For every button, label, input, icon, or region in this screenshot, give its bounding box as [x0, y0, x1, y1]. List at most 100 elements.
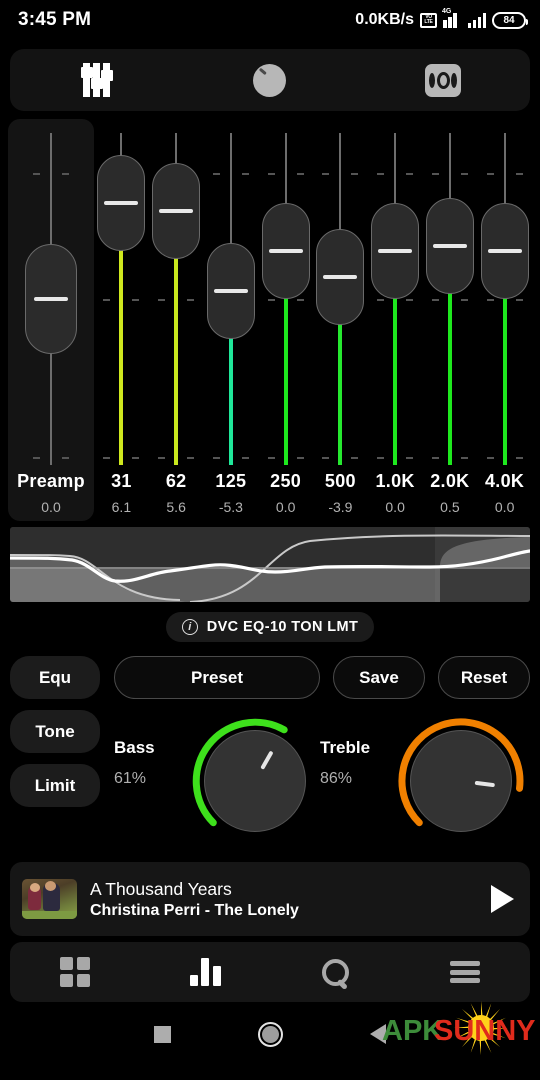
toolbar-tab-surround[interactable] [357, 49, 530, 111]
slider-tick-row [477, 173, 532, 175]
slider-thumb[interactable] [152, 163, 201, 260]
knob-name: Bass [114, 738, 155, 757]
slider-tick-row [258, 173, 313, 175]
slider-band-2.0K[interactable]: 2.0K 0.5 [423, 119, 478, 521]
slider-tick-row [477, 299, 532, 301]
slider-band-500[interactable]: 500 -3.9 [313, 119, 368, 521]
slider-track-area[interactable] [258, 133, 313, 465]
knob-dial[interactable] [204, 730, 306, 832]
slider-tick-row [368, 299, 423, 301]
band-gain-value: 0.0 [494, 499, 515, 515]
mode-button-equ[interactable]: Equ [10, 656, 100, 699]
android-recents-button[interactable] [108, 1025, 216, 1043]
knob-treble[interactable] [396, 716, 526, 846]
slider-track-area[interactable] [94, 133, 149, 465]
slider-tick-row [8, 173, 94, 175]
status-icons: 0.0KB/s VO LTE 4G 84 [355, 8, 528, 29]
surround-speaker-icon [425, 63, 462, 97]
slider-track-area[interactable] [8, 133, 94, 465]
slider-labels: 125 -5.3 [204, 471, 259, 515]
slider-track-area[interactable] [423, 133, 478, 465]
slider-thumb[interactable] [425, 197, 474, 294]
knob-name: Treble [320, 738, 371, 757]
knob-dial[interactable] [410, 730, 512, 832]
knob-bass[interactable] [190, 716, 320, 846]
slider-thumb[interactable] [261, 202, 310, 299]
slider-band-4.0K[interactable]: 4.0K 0.0 [477, 119, 532, 521]
slider-thumb[interactable] [25, 244, 77, 354]
slider-thumb[interactable] [480, 202, 529, 299]
band-frequency-label: 1.0K [375, 471, 415, 491]
slider-thumb[interactable] [206, 242, 255, 339]
slider-tick-row [204, 173, 259, 175]
nav-menu[interactable] [400, 942, 530, 1002]
slider-thumb[interactable] [97, 154, 146, 251]
slider-band-1.0K[interactable]: 1.0K 0.0 [368, 119, 423, 521]
save-button[interactable]: Save [333, 656, 425, 699]
track-artist-album: Christina Perri - The Lonely [90, 901, 299, 919]
slider-labels: 500 -3.9 [313, 471, 368, 515]
band-frequency-label: Preamp [17, 471, 85, 491]
slider-band-125[interactable]: 125 -5.3 [204, 119, 259, 521]
knob-unit-bass: Bass 61% [114, 716, 320, 846]
slider-labels: Preamp 0.0 [8, 471, 94, 515]
band-frequency-label: 125 [215, 471, 247, 491]
slider-track-area[interactable] [477, 133, 532, 465]
knob-label-group: Treble 86% [320, 716, 392, 788]
slider-preamp[interactable]: Preamp 0.0 [8, 119, 94, 521]
preset-button[interactable]: Preset [114, 656, 320, 699]
android-home-button[interactable] [216, 1021, 324, 1047]
slider-tick-row [204, 457, 259, 459]
band-gain-value: 0.5 [440, 499, 460, 515]
eq-badge-row: i DVC EQ-10 TON LMT [0, 612, 540, 642]
slider-tick-row [94, 299, 149, 301]
now-playing-bar[interactable]: A Thousand Years Christina Perri - The L… [10, 862, 530, 936]
slider-labels: 31 6.1 [94, 471, 149, 515]
slider-band-250[interactable]: 250 0.0 [258, 119, 313, 521]
slider-band-62[interactable]: 62 5.6 [149, 119, 204, 521]
menu-icon [450, 961, 480, 983]
grid-icon [60, 957, 90, 987]
slider-tick-row [149, 299, 204, 301]
toolbar-tab-knob[interactable] [183, 49, 356, 111]
slider-tick-row [258, 457, 313, 459]
slider-track-area[interactable] [149, 133, 204, 465]
slider-band-31[interactable]: 31 6.1 [94, 119, 149, 521]
slider-labels: 62 5.6 [149, 471, 204, 515]
slider-thumb[interactable] [371, 202, 420, 299]
slider-labels: 250 0.0 [258, 471, 313, 515]
equalizer-slider-row: Preamp 0.0 31 6.1 62 5.6 125 -5.3 250 0.0 500 -3.9 1… [8, 119, 532, 521]
slider-tick-row [8, 457, 94, 459]
album-art [22, 879, 77, 919]
mode-button-limit[interactable]: Limit [10, 764, 100, 807]
slider-track-area[interactable] [313, 133, 368, 465]
band-frequency-label: 250 [270, 471, 302, 491]
nav-grid[interactable] [10, 942, 140, 1002]
band-frequency-label: 2.0K [430, 471, 470, 491]
slider-track-area[interactable] [204, 133, 259, 465]
toolbar-tab-equalizer[interactable] [10, 49, 183, 111]
band-frequency-label: 31 [111, 471, 132, 491]
dvc-info-badge[interactable]: i DVC EQ-10 TON LMT [165, 612, 375, 642]
mode-toolbar [10, 49, 530, 111]
preset-button-row: Preset Save Reset [114, 656, 530, 699]
slider-track-area[interactable] [368, 133, 423, 465]
equalizer-panel: Preamp 0.0 31 6.1 62 5.6 125 -5.3 250 0.0 500 -3.9 1… [8, 119, 532, 521]
band-frequency-label: 500 [324, 471, 356, 491]
track-title: A Thousand Years [90, 878, 232, 899]
nav-search[interactable] [270, 942, 400, 1002]
slider-tick-row [258, 299, 313, 301]
knob-value: 61% [114, 770, 147, 787]
reset-button[interactable]: Reset [438, 656, 530, 699]
play-icon[interactable] [491, 885, 514, 913]
nav-equalizer[interactable] [140, 942, 270, 1002]
volte-icon: VO LTE [420, 12, 437, 28]
knob-dial-icon [253, 63, 287, 97]
apksunny-watermark: APK SUNNY [376, 1000, 540, 1058]
mode-button-tone[interactable]: Tone [10, 710, 100, 753]
slider-thumb[interactable] [316, 229, 365, 326]
band-gain-value: 6.1 [111, 499, 132, 515]
controls-section: Equ Tone Limit Preset Save Reset Bass 61% Tr… [10, 656, 530, 846]
square-icon [153, 1025, 171, 1043]
network-type-label: 4G [442, 8, 452, 15]
